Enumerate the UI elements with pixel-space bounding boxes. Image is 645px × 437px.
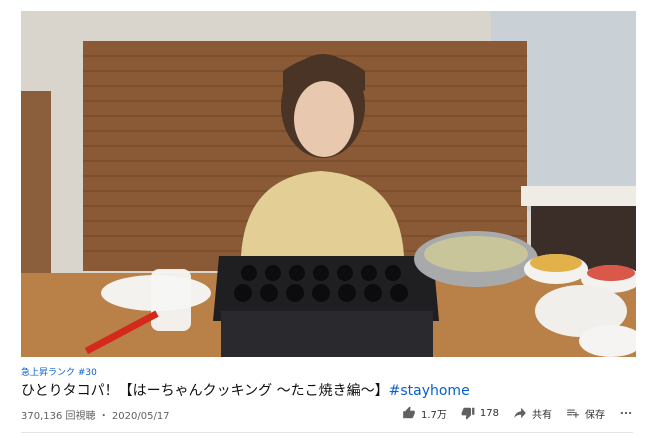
save-label: 保存 — [585, 409, 605, 421]
video-stats: 370,136 回視聴 ・ 2020/05/17 — [21, 407, 170, 422]
stats-separator: ・ — [98, 411, 109, 422]
thumbs-down-icon — [461, 407, 475, 420]
video-player[interactable] — [21, 11, 636, 357]
playlist-add-icon — [567, 409, 579, 418]
share-icon — [514, 407, 526, 419]
save-button[interactable]: 保存 — [566, 406, 605, 421]
share-button[interactable]: 共有 — [513, 406, 552, 421]
share-label: 共有 — [532, 409, 552, 421]
video-title-text: ひとりタコパ！【はーちゃんクッキング 〜たこ焼き編〜】 — [21, 383, 389, 399]
like-button[interactable]: 1.7万 — [402, 406, 447, 421]
hashtag-link[interactable]: #stayhome — [389, 383, 470, 399]
dislike-count: 178 — [479, 407, 499, 419]
video-frame-image — [21, 11, 636, 357]
video-actions: 1.7万 178 共有 保存 — [388, 404, 633, 422]
video-title: ひとりタコパ！【はーちゃんクッキング 〜たこ焼き編〜】#stayhome — [21, 380, 581, 400]
upload-date: 2020/05/17 — [111, 411, 170, 422]
view-count: 370,136 回視聴 — [21, 411, 96, 422]
thumbs-up-icon — [403, 406, 415, 419]
more-icon — [620, 411, 632, 415]
like-count: 1.7万 — [421, 409, 447, 421]
dislike-button[interactable]: 178 — [461, 406, 499, 420]
more-actions-button[interactable] — [619, 406, 633, 420]
trending-rank-badge[interactable]: 急上昇ランク #30 — [21, 365, 97, 378]
divider — [21, 432, 633, 433]
